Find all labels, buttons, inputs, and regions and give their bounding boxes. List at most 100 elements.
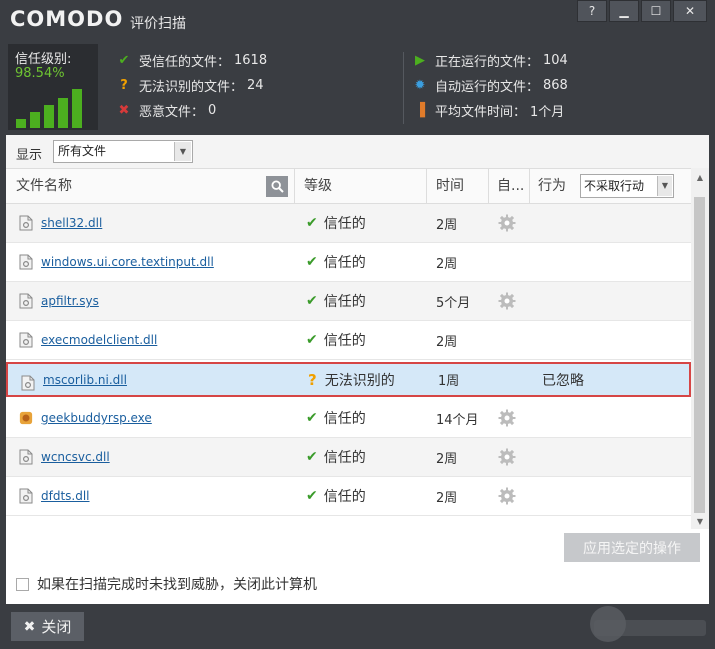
time-cell: 2周 <box>436 256 458 272</box>
stat-value: 0 <box>208 103 217 118</box>
watermark-logo <box>590 606 706 642</box>
file-name-link[interactable]: shell32.dll <box>41 204 102 242</box>
rating-cell: ? 无法识别的 <box>308 364 395 395</box>
stat-row: ▐ 平均文件时间： 1个月 <box>410 98 568 123</box>
stat-label: 无法识别的文件： <box>139 80 244 95</box>
scrollbar-thumb[interactable] <box>694 197 705 513</box>
rating-text: 信任的 <box>323 450 366 466</box>
time-cell: 5个月 <box>436 295 471 311</box>
file-name-link[interactable]: wcncsvc.dll <box>41 438 110 476</box>
minimize-button[interactable]: ▁ <box>609 0 639 22</box>
rating-text: 信任的 <box>323 216 366 232</box>
table-row[interactable]: shell32.dll ✔ 信任的 2周 <box>6 204 691 243</box>
table-row[interactable]: geekbuddyrsp.exe ✔ 信任的 14个月 <box>6 399 691 438</box>
stat-value: 868 <box>543 78 568 93</box>
table-header: 文件名称 等级 时间 自... 行为 不采取行动 ▼ <box>6 168 691 204</box>
gear-icon: ✹ <box>414 78 426 93</box>
gear-icon[interactable] <box>498 204 516 242</box>
stat-row: ? 无法识别的文件： 24 <box>114 73 267 98</box>
help-button[interactable]: ? <box>577 0 607 22</box>
stats-panel: 信任级别: 98.54% ✔ 受信任的文件： 1618? 无法识别的文件： 24 ✖ 恶意文… <box>0 42 715 135</box>
apply-selected-actions-button[interactable]: 应用选定的操作 <box>564 533 700 562</box>
column-file-name[interactable]: 文件名称 <box>16 169 72 203</box>
action-cell: 已忽略 <box>542 372 584 389</box>
close-button-label: 关闭 <box>41 618 72 636</box>
sys-file-icon <box>19 293 33 309</box>
column-action[interactable]: 行为 <box>538 169 566 203</box>
table-row[interactable]: mscorlib.ni.dll ? 无法识别的 1周 已忽略 <box>6 362 691 397</box>
rating-cell: ✔ 信任的 <box>306 399 366 437</box>
filter-select[interactable]: 所有文件 ▼ <box>53 140 193 163</box>
check-icon: ✔ <box>306 215 318 231</box>
time-cell: 2周 <box>436 334 458 350</box>
stat-value: 104 <box>543 53 568 68</box>
scroll-down-icon[interactable]: ▼ <box>691 514 709 528</box>
stat-row: ✔ 受信任的文件： 1618 <box>114 48 268 73</box>
stat-row: ✖ 恶意文件： 0 <box>114 98 267 123</box>
question-icon: ? <box>308 370 317 389</box>
trust-level-label: 信任级别: <box>15 52 72 67</box>
file-list: shell32.dll ✔ 信任的 2周 windows.ui.core.textinp… <box>6 204 691 516</box>
close-icon: ✖ <box>23 618 36 635</box>
time-cell: 2周 <box>436 490 458 506</box>
check-icon: ✔ <box>306 410 318 426</box>
table-row[interactable]: apfiltr.sys ✔ 信任的 5个月 <box>6 282 691 321</box>
comodo-logo: COMODO <box>10 7 124 31</box>
trust-bar <box>58 98 68 128</box>
close-button[interactable]: ✖ 关闭 <box>11 612 84 641</box>
file-name-link[interactable]: mscorlib.ni.dll <box>43 364 127 395</box>
chevron-down-icon: ▼ <box>174 142 191 161</box>
stat-label: 恶意文件： <box>139 105 205 120</box>
file-name-link[interactable]: windows.ui.core.textinput.dll <box>41 243 214 281</box>
trust-bar <box>16 119 26 128</box>
maximize-button[interactable]: ☐ <box>641 0 671 22</box>
gear-icon[interactable] <box>498 438 516 476</box>
close-window-button[interactable]: ✕ <box>673 0 707 22</box>
title-bar: COMODO 评价扫描 ? ▁ ☐ ✕ <box>0 0 715 42</box>
dll-file-icon <box>19 254 33 270</box>
table-row[interactable]: execmodelclient.dll ✔ 信任的 2周 <box>6 321 691 360</box>
file-name-link[interactable]: dfdts.dll <box>41 477 90 515</box>
rating-cell: ✔ 信任的 <box>306 438 366 476</box>
window-controls: ? ▁ ☐ ✕ <box>577 0 715 22</box>
filter-bar: 显示 所有文件 ▼ <box>6 135 709 168</box>
dll-file-icon <box>21 375 35 391</box>
shutdown-option[interactable]: 如果在扫描完成时未找到威胁，关闭此计算机 <box>16 574 317 594</box>
file-name-link[interactable]: apfiltr.sys <box>41 282 99 320</box>
column-rating[interactable]: 等级 <box>304 169 332 203</box>
gear-icon[interactable] <box>498 399 516 437</box>
shutdown-checkbox[interactable] <box>16 577 29 591</box>
check-icon: ✔ <box>306 449 318 465</box>
table-row[interactable]: dfdts.dll ✔ 信任的 2周 <box>6 477 691 516</box>
check-icon: ✔ <box>306 293 318 309</box>
trust-bar <box>30 112 40 128</box>
time-cell: 2周 <box>436 217 458 233</box>
file-name-link[interactable]: geekbuddyrsp.exe <box>41 399 152 437</box>
stat-label: 平均文件时间： <box>435 105 527 120</box>
search-button[interactable] <box>266 176 288 197</box>
time-cell: 14个月 <box>436 412 479 428</box>
trust-level-box: 信任级别: 98.54% <box>8 44 98 130</box>
rating-cell: ✔ 信任的 <box>306 321 366 359</box>
gear-icon[interactable] <box>498 477 516 515</box>
dll-file-icon <box>19 332 33 348</box>
stat-value: 24 <box>247 78 264 93</box>
window-title: 评价扫描 <box>130 16 186 32</box>
check-icon: ✔ <box>306 254 318 270</box>
gear-icon[interactable] <box>498 282 516 320</box>
table-row[interactable]: wcncsvc.dll ✔ 信任的 2周 <box>6 438 691 477</box>
scroll-up-icon[interactable]: ▲ <box>691 170 709 184</box>
column-time[interactable]: 时间 <box>436 169 464 203</box>
action-select[interactable]: 不采取行动 ▼ <box>580 174 674 198</box>
time-cell: 1周 <box>438 374 460 389</box>
trust-bar <box>72 89 82 128</box>
stat-label: 受信任的文件： <box>139 55 231 70</box>
check-icon: ✔ <box>118 53 130 68</box>
column-autorun[interactable]: 自... <box>497 169 524 203</box>
file-name-link[interactable]: execmodelclient.dll <box>41 321 157 359</box>
chevron-down-icon: ▼ <box>657 176 672 196</box>
rating-cell: ✔ 信任的 <box>306 204 366 242</box>
table-row[interactable]: windows.ui.core.textinput.dll ✔ 信任的 2周 <box>6 243 691 282</box>
search-icon <box>270 180 284 193</box>
dll-file-icon <box>19 215 33 231</box>
